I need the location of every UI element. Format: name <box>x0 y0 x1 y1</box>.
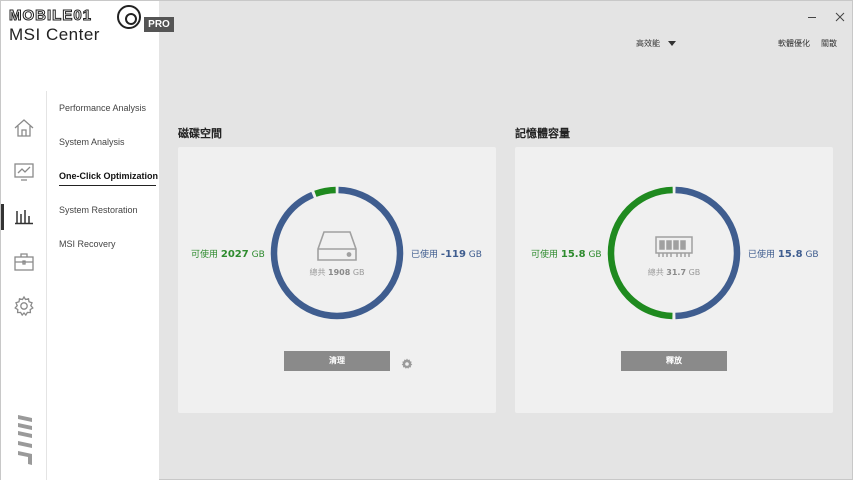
memory-available-label: 可使用 15.8 GB <box>531 247 602 260</box>
logo-top-text: MOBILE01 <box>8 7 93 25</box>
memory-available-prefix: 可使用 <box>531 250 559 260</box>
minimize-icon[interactable] <box>807 7 817 18</box>
disk-total-value: 1908 <box>328 268 351 277</box>
logo-pro-badge: PRO <box>144 17 174 32</box>
menu-active-underline <box>59 185 156 186</box>
msi-brand-icon <box>15 413 35 467</box>
performance-mode-dropdown[interactable]: 高效能 <box>636 38 660 49</box>
disk-available-unit: GB <box>251 250 265 260</box>
disk-used-unit: GB <box>468 250 482 260</box>
disk-total-unit: GB <box>352 268 365 277</box>
close-icon[interactable] <box>835 7 845 22</box>
memory-total-value: 31.7 <box>666 268 687 277</box>
side-panel: MOBILE01 PRO MSI Center Performance Anal… <box>1 1 174 480</box>
memory-available-unit: GB <box>588 250 602 260</box>
disk-total-prefix: 總共 <box>309 268 326 277</box>
disk-used-label: 已使用 -119 GB <box>411 247 482 260</box>
memory-used-unit: GB <box>805 250 819 260</box>
icon-rail <box>1 91 47 480</box>
memory-card: 總共 31.7 GB 可使用 15.8 GB 已使用 15.8 GB 釋放 <box>515 147 833 413</box>
chevron-down-icon[interactable] <box>668 41 676 46</box>
disk-available-prefix: 可使用 <box>191 250 219 260</box>
clean-settings-gear-icon[interactable] <box>401 355 413 369</box>
clean-button[interactable]: 清理 <box>284 351 390 371</box>
rail-active-indicator <box>1 204 4 230</box>
logo-emblem-icon <box>117 5 141 29</box>
memory-total-prefix: 總共 <box>647 268 664 277</box>
home-icon[interactable] <box>13 117 35 139</box>
memory-chip-icon <box>653 229 695 263</box>
logo-bottom-text: MSI Center <box>9 25 100 44</box>
memory-used-prefix: 已使用 <box>748 250 776 260</box>
memory-available-value: 15.8 <box>560 249 586 260</box>
menu-item-msi-recovery[interactable]: MSI Recovery <box>59 239 116 249</box>
memory-used-label: 已使用 15.8 GB <box>748 247 819 260</box>
release-memory-button[interactable]: 釋放 <box>621 351 727 371</box>
monitor-chart-icon[interactable] <box>13 161 35 183</box>
memory-total-label: 總共 31.7 GB <box>515 267 833 278</box>
app-window: MOBILE01 PRO MSI Center Performance Anal… <box>0 0 853 480</box>
disk-used-prefix: 已使用 <box>411 250 439 260</box>
software-update-link[interactable]: 軟體優化 <box>778 38 810 49</box>
settings-gear-icon[interactable] <box>13 295 35 317</box>
about-link[interactable]: 關散 <box>821 38 837 49</box>
toolbox-icon[interactable] <box>13 251 35 273</box>
disk-available-label: 可使用 2027 GB <box>191 247 265 260</box>
disk-available-value: 2027 <box>220 249 249 260</box>
disk-used-value: -119 <box>440 249 466 260</box>
disk-card: 總共 1908 GB 可使用 2027 GB 已使用 -119 GB 清理 <box>178 147 496 413</box>
disk-total-label: 總共 1908 GB <box>178 267 496 278</box>
bar-chart-icon[interactable] <box>13 205 35 227</box>
menu-item-system-restoration[interactable]: System Restoration <box>59 205 138 215</box>
memory-section-title: 記憶體容量 <box>515 127 570 140</box>
menu-item-system-analysis[interactable]: System Analysis <box>59 137 125 147</box>
menu-item-one-click-optimization[interactable]: One-Click Optimization <box>59 171 158 181</box>
hard-drive-icon <box>316 229 358 263</box>
memory-total-unit: GB <box>688 268 701 277</box>
app-logo: MOBILE01 PRO MSI Center <box>7 5 174 45</box>
menu-item-performance-analysis[interactable]: Performance Analysis <box>59 103 146 113</box>
disk-section-title: 磁碟空間 <box>178 127 222 140</box>
memory-used-value: 15.8 <box>777 249 803 260</box>
